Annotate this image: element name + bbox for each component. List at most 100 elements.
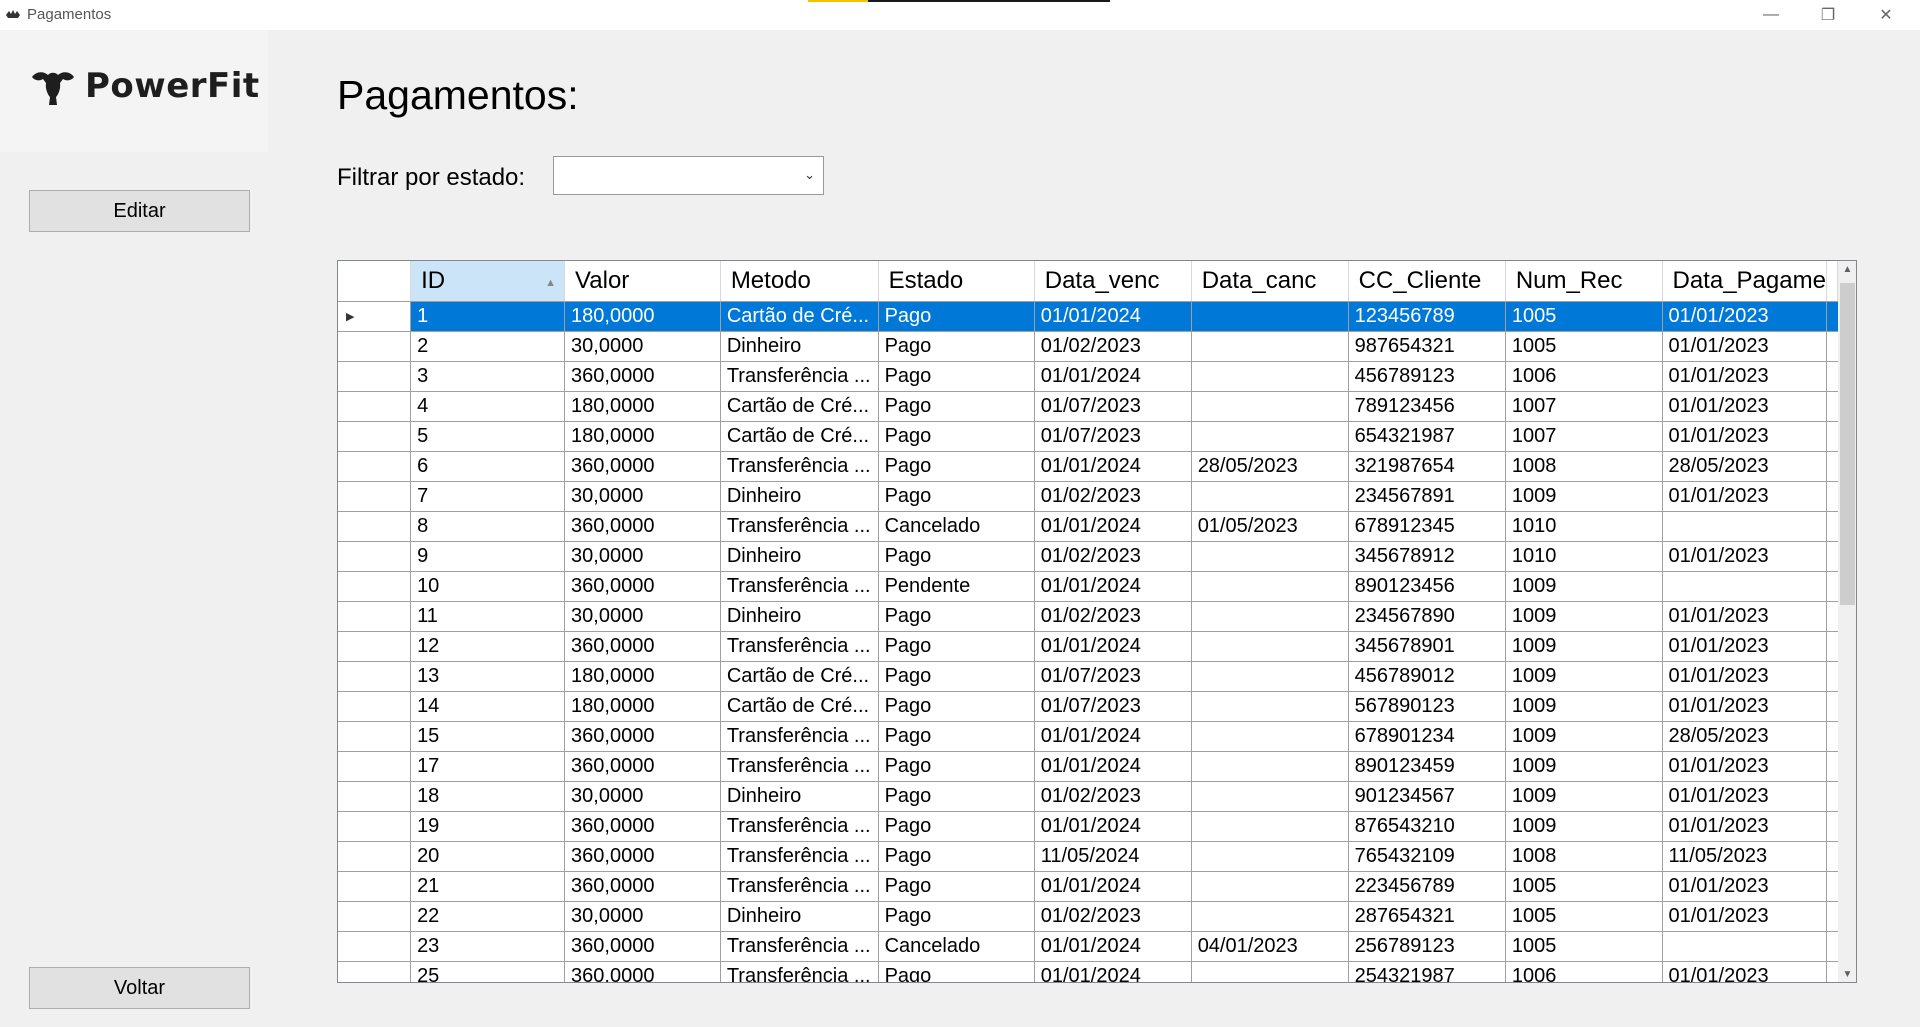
cell-cc-cliente[interactable]: 765432109 xyxy=(1348,841,1506,872)
table-row[interactable]: 6 360,0000 Transferência ... Pago 01/01/2024… xyxy=(338,451,1838,482)
row-header[interactable] xyxy=(338,841,412,872)
table-row[interactable]: 8 360,0000 Transferência ... Cancelado 01/01… xyxy=(338,511,1838,542)
cell-data-pagame[interactable]: 01/01/2023 xyxy=(1662,421,1827,452)
cell-data-canc[interactable] xyxy=(1191,631,1349,662)
row-header[interactable] xyxy=(338,511,412,542)
table-row[interactable]: 22 30,0000 Dinheiro Pago 01/02/2023 287654321… xyxy=(338,901,1838,932)
row-header[interactable] xyxy=(338,901,412,932)
cell-id[interactable]: 23 xyxy=(410,931,566,962)
cell-cc-cliente[interactable]: 123456789 xyxy=(1348,301,1506,332)
cell-valor[interactable]: 360,0000 xyxy=(564,751,721,782)
cell-metodo[interactable]: Transferência ... xyxy=(720,361,879,392)
cell-data-venc[interactable]: 01/07/2023 xyxy=(1034,691,1192,722)
row-header[interactable] xyxy=(338,571,412,602)
cell-metodo[interactable]: Dinheiro xyxy=(720,481,879,512)
cell-valor[interactable]: 360,0000 xyxy=(564,361,721,392)
cell-data-pagame[interactable]: 01/01/2023 xyxy=(1662,391,1827,422)
cell-metodo[interactable]: Dinheiro xyxy=(720,781,879,812)
cell-data-venc[interactable]: 01/01/2024 xyxy=(1034,631,1192,662)
table-row[interactable]: ▶ 1 180,0000 Cartão de Cré... Pago 01/01/2024… xyxy=(338,301,1838,332)
minimize-button[interactable]: — xyxy=(1743,0,1799,30)
cell-estado[interactable]: Pago xyxy=(878,631,1035,662)
cell-id[interactable]: 9 xyxy=(410,541,566,572)
cell-cc-cliente[interactable]: 234567891 xyxy=(1348,481,1506,512)
cell-data-venc[interactable]: 01/02/2023 xyxy=(1034,901,1192,932)
cell-estado[interactable]: Pago xyxy=(878,391,1035,422)
status-filter-dropdown[interactable]: ⌄ xyxy=(553,156,824,195)
cell-valor[interactable]: 360,0000 xyxy=(564,841,721,872)
cell-data-venc[interactable]: 01/01/2024 xyxy=(1034,961,1192,982)
cell-data-pagame[interactable]: 01/01/2023 xyxy=(1662,331,1827,362)
cell-cc-cliente[interactable]: 890123459 xyxy=(1348,751,1506,782)
cell-num-rec[interactable]: 1010 xyxy=(1505,511,1663,542)
scrollbar-thumb[interactable] xyxy=(1840,283,1855,605)
cell-valor[interactable]: 360,0000 xyxy=(564,871,721,902)
row-header[interactable] xyxy=(338,481,412,512)
row-header[interactable] xyxy=(338,601,412,632)
cell-valor[interactable]: 30,0000 xyxy=(564,331,721,362)
cell-valor[interactable]: 30,0000 xyxy=(564,601,721,632)
cell-metodo[interactable]: Dinheiro xyxy=(720,901,879,932)
cell-estado[interactable]: Pago xyxy=(878,481,1035,512)
cell-valor[interactable]: 360,0000 xyxy=(564,931,721,962)
cell-data-canc[interactable] xyxy=(1191,901,1349,932)
cell-metodo[interactable]: Transferência ... xyxy=(720,841,879,872)
cell-valor[interactable]: 180,0000 xyxy=(564,661,721,692)
cell-data-canc[interactable] xyxy=(1191,841,1349,872)
cell-data-venc[interactable]: 01/01/2024 xyxy=(1034,721,1192,752)
cell-data-venc[interactable]: 11/05/2024 xyxy=(1034,841,1192,872)
row-header[interactable] xyxy=(338,931,412,962)
cell-data-canc[interactable] xyxy=(1191,601,1349,632)
cell-id[interactable]: 18 xyxy=(410,781,566,812)
cell-data-canc[interactable]: 01/05/2023 xyxy=(1191,511,1349,542)
cell-data-canc[interactable] xyxy=(1191,811,1349,842)
table-row[interactable]: 18 30,0000 Dinheiro Pago 01/02/2023 901234567… xyxy=(338,781,1838,812)
cell-data-pagame[interactable]: 01/01/2023 xyxy=(1662,961,1827,982)
cell-id[interactable]: 4 xyxy=(410,391,566,422)
cell-data-pagame[interactable]: 28/05/2023 xyxy=(1662,451,1827,482)
cell-data-venc[interactable]: 01/02/2023 xyxy=(1034,481,1192,512)
cell-data-canc[interactable]: 28/05/2023 xyxy=(1191,451,1349,482)
cell-data-pagame[interactable]: 01/01/2023 xyxy=(1662,361,1827,392)
cell-estado[interactable]: Pago xyxy=(878,871,1035,902)
column-header-valor[interactable]: Valor xyxy=(564,261,721,302)
cell-estado[interactable]: Pago xyxy=(878,841,1035,872)
cell-data-canc[interactable] xyxy=(1191,691,1349,722)
cell-cc-cliente[interactable]: 287654321 xyxy=(1348,901,1506,932)
edit-button[interactable]: Editar xyxy=(29,190,250,232)
cell-estado[interactable]: Pago xyxy=(878,751,1035,782)
table-row[interactable]: 4 180,0000 Cartão de Cré... Pago 01/07/2023 7… xyxy=(338,391,1838,422)
table-row[interactable]: 12 360,0000 Transferência ... Pago 01/01/202… xyxy=(338,631,1838,662)
cell-estado[interactable]: Cancelado xyxy=(878,511,1035,542)
row-header[interactable] xyxy=(338,391,412,422)
cell-cc-cliente[interactable]: 678912345 xyxy=(1348,511,1506,542)
cell-cc-cliente[interactable]: 678901234 xyxy=(1348,721,1506,752)
cell-id[interactable]: 6 xyxy=(410,451,566,482)
cell-cc-cliente[interactable]: 321987654 xyxy=(1348,451,1506,482)
cell-estado[interactable]: Cancelado xyxy=(878,931,1035,962)
cell-data-venc[interactable]: 01/01/2024 xyxy=(1034,811,1192,842)
column-header-num-rec[interactable]: Num_Rec xyxy=(1505,261,1663,302)
table-row[interactable]: 20 360,0000 Transferência ... Pago 11/05/202… xyxy=(338,841,1838,872)
cell-data-pagame[interactable]: 01/01/2023 xyxy=(1662,661,1827,692)
cell-cc-cliente[interactable]: 876543210 xyxy=(1348,811,1506,842)
cell-data-pagame[interactable]: 01/01/2023 xyxy=(1662,301,1827,332)
cell-data-pagame[interactable]: 01/01/2023 xyxy=(1662,691,1827,722)
cell-estado[interactable]: Pago xyxy=(878,451,1035,482)
grid-corner-header[interactable] xyxy=(338,261,412,302)
cell-cc-cliente[interactable]: 234567890 xyxy=(1348,601,1506,632)
cell-data-pagame[interactable]: 01/01/2023 xyxy=(1662,601,1827,632)
cell-num-rec[interactable]: 1005 xyxy=(1505,301,1663,332)
cell-id[interactable]: 19 xyxy=(410,811,566,842)
cell-id[interactable]: 1 xyxy=(410,301,566,332)
row-header[interactable]: ▶ xyxy=(338,301,412,332)
cell-data-canc[interactable]: 04/01/2023 xyxy=(1191,931,1349,962)
column-header-metodo[interactable]: Metodo xyxy=(720,261,879,302)
column-header-data-pagame[interactable]: Data_Pagame xyxy=(1662,261,1827,302)
cell-metodo[interactable]: Transferência ... xyxy=(720,871,879,902)
cell-data-pagame[interactable]: 01/01/2023 xyxy=(1662,481,1827,512)
cell-estado[interactable]: Pendente xyxy=(878,571,1035,602)
cell-data-venc[interactable]: 01/07/2023 xyxy=(1034,421,1192,452)
vertical-scrollbar[interactable]: ▲ ▼ xyxy=(1838,261,1856,982)
row-header[interactable] xyxy=(338,661,412,692)
